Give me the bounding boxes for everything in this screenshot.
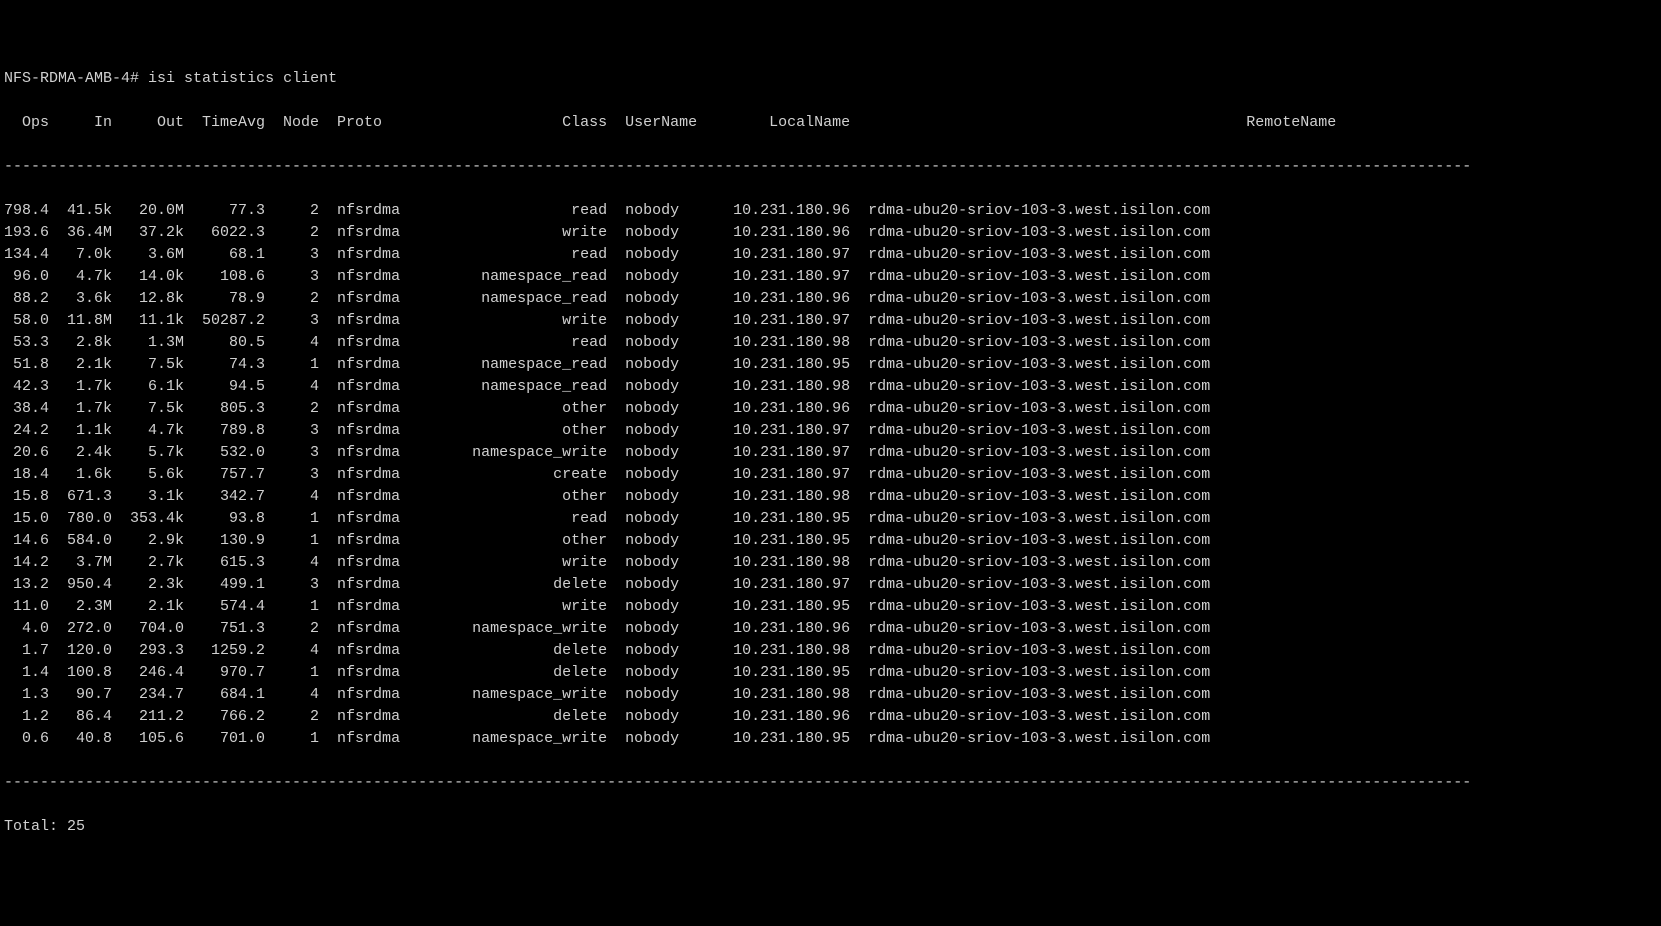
- table-row: 13.2 950.4 2.3k 499.1 3 nfsrdma delete n…: [4, 574, 1657, 596]
- total-count: 25: [67, 818, 85, 835]
- table-row: 798.4 41.5k 20.0M 77.3 2 nfsrdma read no…: [4, 200, 1657, 222]
- table-row: 20.6 2.4k 5.7k 532.0 3 nfsrdma namespace…: [4, 442, 1657, 464]
- table-row: 15.8 671.3 3.1k 342.7 4 nfsrdma other no…: [4, 486, 1657, 508]
- table-row: 1.4 100.8 246.4 970.7 1 nfsrdma delete n…: [4, 662, 1657, 684]
- host-prompt: NFS-RDMA-AMB-4#: [4, 70, 139, 87]
- divider-top: ----------------------------------------…: [4, 156, 1657, 178]
- table-row: 24.2 1.1k 4.7k 789.8 3 nfsrdma other nob…: [4, 420, 1657, 442]
- table-row: 134.4 7.0k 3.6M 68.1 3 nfsrdma read nobo…: [4, 244, 1657, 266]
- table-row: 1.2 86.4 211.2 766.2 2 nfsrdma delete no…: [4, 706, 1657, 728]
- table-row: 88.2 3.6k 12.8k 78.9 2 nfsrdma namespace…: [4, 288, 1657, 310]
- table-row: 14.6 584.0 2.9k 130.9 1 nfsrdma other no…: [4, 530, 1657, 552]
- table-row: 1.7 120.0 293.3 1259.2 4 nfsrdma delete …: [4, 640, 1657, 662]
- table-row: 11.0 2.3M 2.1k 574.4 1 nfsrdma write nob…: [4, 596, 1657, 618]
- total-line: Total: 25: [4, 816, 1657, 838]
- table-row: 193.6 36.4M 37.2k 6022.3 2 nfsrdma write…: [4, 222, 1657, 244]
- header-row: Ops In Out TimeAvg Node Proto Class User…: [4, 112, 1657, 134]
- table-row: 51.8 2.1k 7.5k 74.3 1 nfsrdma namespace_…: [4, 354, 1657, 376]
- rows-container: 798.4 41.5k 20.0M 77.3 2 nfsrdma read no…: [4, 200, 1657, 750]
- table-row: 42.3 1.7k 6.1k 94.5 4 nfsrdma namespace_…: [4, 376, 1657, 398]
- table-row: 53.3 2.8k 1.3M 80.5 4 nfsrdma read nobod…: [4, 332, 1657, 354]
- prompt-line: NFS-RDMA-AMB-4# isi statistics client: [4, 68, 1657, 90]
- table-row: 1.3 90.7 234.7 684.1 4 nfsrdma namespace…: [4, 684, 1657, 706]
- table-row: 0.6 40.8 105.6 701.0 1 nfsrdma namespace…: [4, 728, 1657, 750]
- table-row: 96.0 4.7k 14.0k 108.6 3 nfsrdma namespac…: [4, 266, 1657, 288]
- total-label: Total:: [4, 818, 58, 835]
- table-row: 18.4 1.6k 5.6k 757.7 3 nfsrdma create no…: [4, 464, 1657, 486]
- table-row: 14.2 3.7M 2.7k 615.3 4 nfsrdma write nob…: [4, 552, 1657, 574]
- command: isi statistics client: [148, 70, 337, 87]
- table-row: 15.0 780.0 353.4k 93.8 1 nfsrdma read no…: [4, 508, 1657, 530]
- divider-bottom: ----------------------------------------…: [4, 772, 1657, 794]
- table-row: 58.0 11.8M 11.1k 50287.2 3 nfsrdma write…: [4, 310, 1657, 332]
- table-row: 38.4 1.7k 7.5k 805.3 2 nfsrdma other nob…: [4, 398, 1657, 420]
- table-row: 4.0 272.0 704.0 751.3 2 nfsrdma namespac…: [4, 618, 1657, 640]
